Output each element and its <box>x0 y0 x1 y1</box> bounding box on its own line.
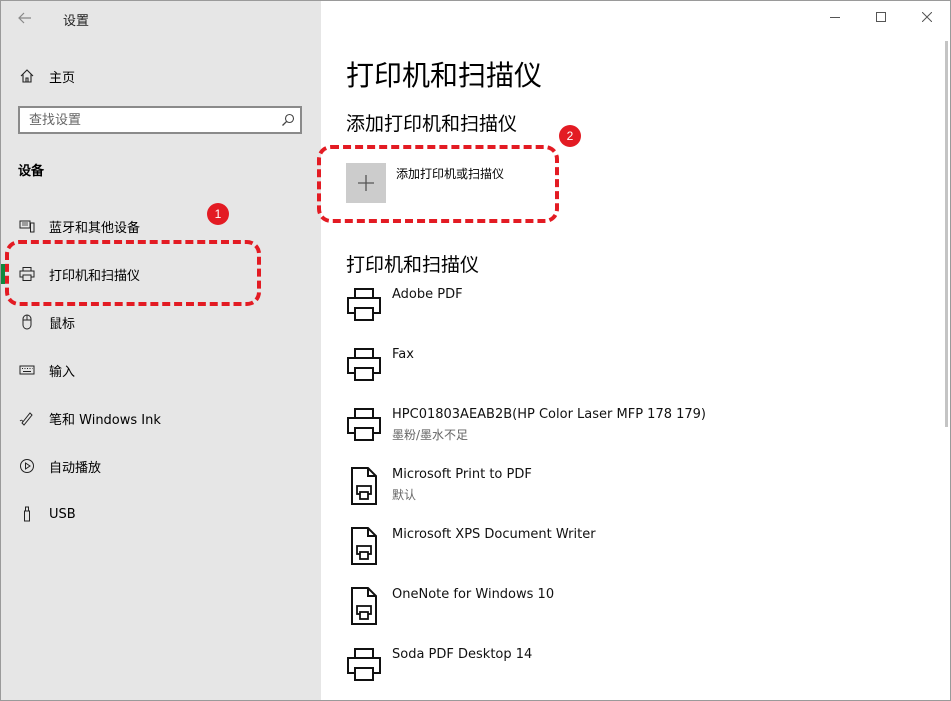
sidebar-item-mouse[interactable]: 鼠标 <box>1 307 321 337</box>
pen-icon <box>18 409 36 427</box>
bluetooth-devices-icon <box>18 217 36 235</box>
add-printer-button[interactable]: 添加打印机或扫描仪 <box>346 163 504 203</box>
maximize-button[interactable] <box>858 1 904 33</box>
sidebar: 设置 主页 设备 <box>1 1 321 700</box>
main-content: 打印机和扫描仪 添加打印机和扫描仪 添加打印机或扫描仪 打印机和扫描仪 Adob… <box>321 1 950 700</box>
document-printer-icon <box>351 527 377 565</box>
window-controls <box>812 1 950 33</box>
minimize-button[interactable] <box>812 1 858 33</box>
printer-item[interactable]: Microsoft XPS Document Writer <box>346 526 906 582</box>
printer-item[interactable]: HPC01803AEAB2B(HP Color Laser MFP 178 17… <box>346 406 906 462</box>
sidebar-item-label: USB <box>49 506 76 522</box>
annotation-badge-2: 2 <box>559 125 581 147</box>
printer-name: Soda PDF Desktop 14 <box>392 647 533 662</box>
printer-icon <box>347 648 381 681</box>
section-title: 设备 <box>18 164 45 179</box>
printer-item[interactable]: Soda PDF Desktop 14 <box>346 646 906 700</box>
printer-name: OneNote for Windows 10 <box>392 587 555 602</box>
printer-list-heading: 打印机和扫描仪 <box>346 254 480 276</box>
sidebar-item-bluetooth[interactable]: 蓝牙和其他设备 <box>1 211 321 241</box>
printer-icon <box>347 288 381 321</box>
sidebar-item-usb[interactable]: USB <box>1 499 321 529</box>
add-tile <box>346 163 386 203</box>
usb-icon <box>18 505 36 523</box>
printer-status: 默认 <box>392 488 417 502</box>
home-nav-item[interactable]: 主页 <box>18 65 75 87</box>
document-printer-icon <box>351 467 377 505</box>
printer-icon <box>347 348 381 381</box>
mouse-icon <box>18 313 36 331</box>
keyboard-icon <box>18 361 36 379</box>
sidebar-item-label: 自动播放 <box>49 460 102 476</box>
printer-item[interactable]: Fax <box>346 346 906 402</box>
search-icon[interactable] <box>276 113 300 127</box>
printer-name: Adobe PDF <box>392 287 463 302</box>
printer-item[interactable]: Microsoft Print to PDF 默认 <box>346 466 906 522</box>
add-printer-label: 添加打印机或扫描仪 <box>396 166 505 181</box>
document-printer-icon <box>351 587 377 625</box>
sidebar-item-autoplay[interactable]: 自动播放 <box>1 451 321 481</box>
printer-status: 墨粉/墨水不足 <box>392 428 469 442</box>
printer-name: Microsoft XPS Document Writer <box>392 527 596 542</box>
sidebar-item-typing[interactable]: 输入 <box>1 355 321 385</box>
search-box <box>18 106 302 134</box>
sidebar-item-label: 输入 <box>49 364 76 380</box>
close-button[interactable] <box>904 1 950 33</box>
sidebar-item-label: 蓝牙和其他设备 <box>49 220 141 236</box>
sidebar-item-printers[interactable]: 打印机和扫描仪 <box>1 259 321 289</box>
maximize-icon <box>876 12 886 22</box>
settings-window: 设置 主页 设备 <box>0 0 951 701</box>
sidebar-item-pen[interactable]: 笔和 Windows Ink <box>1 403 321 433</box>
active-indicator <box>1 264 5 284</box>
printer-item[interactable]: OneNote for Windows 10 <box>346 586 906 642</box>
search-input[interactable] <box>20 111 276 129</box>
minimize-icon <box>830 17 840 18</box>
plus-icon <box>358 175 374 191</box>
printer-icon <box>18 265 36 283</box>
sidebar-item-label: 鼠标 <box>49 316 76 332</box>
printer-icon <box>347 408 381 441</box>
printer-name: Fax <box>392 347 414 362</box>
page-title: 打印机和扫描仪 <box>346 59 543 92</box>
printer-name: HPC01803AEAB2B(HP Color Laser MFP 178 17… <box>392 407 706 422</box>
back-button[interactable] <box>11 5 39 31</box>
sidebar-item-label: 打印机和扫描仪 <box>49 268 141 284</box>
home-label: 主页 <box>49 70 76 86</box>
close-icon <box>922 12 932 22</box>
printer-item[interactable]: Adobe PDF <box>346 286 906 342</box>
annotation-badge-1: 1 <box>207 203 229 225</box>
printer-name: Microsoft Print to PDF <box>392 467 532 482</box>
add-section-heading: 添加打印机和扫描仪 <box>346 113 518 135</box>
sidebar-item-label: 笔和 Windows Ink <box>49 412 161 428</box>
app-title: 设置 <box>63 14 90 29</box>
autoplay-icon <box>18 457 36 475</box>
scrollbar[interactable] <box>945 41 948 427</box>
back-arrow-icon <box>18 12 31 24</box>
home-icon <box>18 67 36 85</box>
